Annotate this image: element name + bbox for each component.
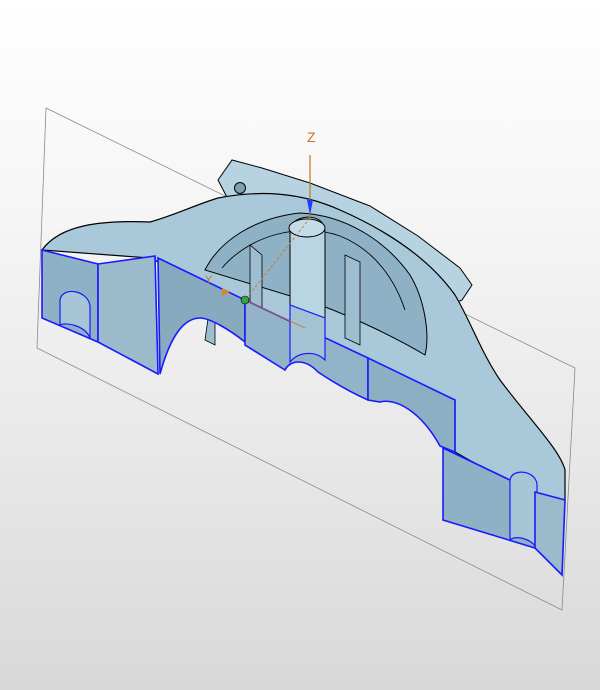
3d-viewport[interactable]: Z Y xyxy=(0,0,600,690)
3d-scene[interactable]: Z Y xyxy=(0,0,600,690)
mount-hole-left xyxy=(234,182,246,194)
z-axis-label: Z xyxy=(307,129,316,145)
origin-marker-icon xyxy=(240,295,250,305)
y-axis-label: Y xyxy=(205,274,213,286)
